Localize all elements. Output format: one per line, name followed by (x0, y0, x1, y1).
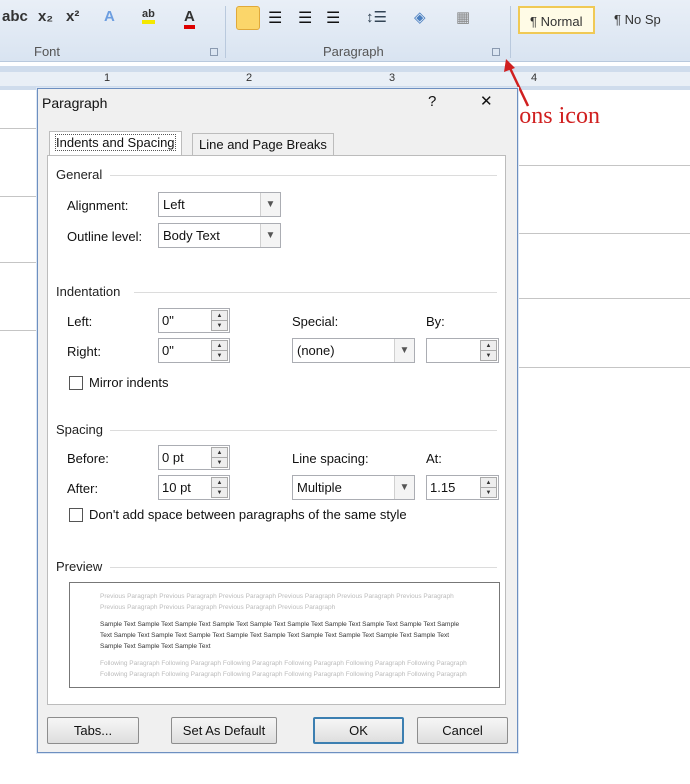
left-indent-label: Left: (67, 314, 93, 329)
set-as-default-button[interactable]: Set As Default (171, 717, 277, 744)
paragraph-dialog-launcher-icon[interactable] (492, 48, 500, 56)
strikethrough-button[interactable]: abc (2, 8, 28, 25)
mirror-indents-label: Mirror indents (89, 375, 169, 390)
font-dialog-launcher-icon[interactable] (210, 48, 218, 56)
document-line (518, 165, 690, 166)
document-line (518, 233, 690, 234)
right-indent-spinner[interactable]: 0" ▲ ▼ (158, 338, 230, 363)
line-spacing-label: Line spacing: (292, 451, 369, 466)
right-indent-label: Right: (67, 344, 101, 359)
superscript-button[interactable]: x² (66, 8, 79, 25)
ruler-number: 2 (246, 72, 253, 84)
tabs-button[interactable]: Tabs... (47, 717, 139, 744)
line-spacing-icon[interactable]: ↕☰ (366, 8, 387, 26)
dialog-title: Paragraph (42, 95, 108, 111)
special-select[interactable]: (none) ▼ (292, 338, 415, 363)
ribbon: abc x₂ x² A ab A Font ☰ ☰ ☰ ↕☰ ◈ ▦ Parag… (0, 0, 690, 62)
document-line (0, 196, 37, 197)
document-line (0, 128, 37, 129)
document-line (0, 262, 37, 263)
general-heading: General (56, 167, 103, 182)
chevron-down-icon: ▼ (260, 193, 280, 216)
document-line (518, 367, 690, 368)
align-right-icon[interactable]: ☰ (298, 8, 312, 28)
before-label: Before: (67, 451, 109, 466)
after-spinner[interactable]: 10 pt ▲ ▼ (158, 475, 230, 500)
align-center-icon[interactable]: ☰ (268, 8, 282, 28)
preview-sample-text: Sample Text Sample Text Sample Text Samp… (100, 621, 460, 650)
borders-icon[interactable]: ▦ (456, 8, 470, 26)
style-no-spacing[interactable]: ¶ No Sp (604, 6, 671, 34)
document-line (518, 298, 690, 299)
align-left-icon[interactable] (236, 6, 260, 30)
preview-box: Previous Paragraph Previous Paragraph Pr… (69, 582, 500, 688)
cancel-button[interactable]: Cancel (417, 717, 508, 744)
paragraph-group-label: Paragraph (323, 44, 384, 59)
by-label: By: (426, 314, 445, 329)
preview-following-paragraph: Following Paragraph Following Paragraph … (100, 660, 467, 678)
mirror-indents-checkbox[interactable] (69, 376, 83, 390)
justify-icon[interactable]: ☰ (326, 8, 340, 28)
left-indent-spinner[interactable]: 0" ▲ ▼ (158, 308, 230, 333)
chevron-down-icon: ▼ (394, 339, 414, 362)
document-line (0, 330, 37, 331)
preview-previous-paragraph: Previous Paragraph Previous Paragraph Pr… (100, 593, 454, 611)
subscript-button[interactable]: x₂ (38, 8, 53, 25)
indentation-heading: Indentation (56, 284, 121, 299)
tab-panel: General Alignment: Left ▼ Outline level: … (47, 155, 506, 705)
font-color-button[interactable]: A (184, 8, 195, 29)
dont-add-space-label: Don't add space between paragraphs of th… (89, 507, 407, 522)
alignment-select[interactable]: Left ▼ (158, 192, 281, 217)
at-spinner[interactable]: 1.15 ▲ ▼ (426, 475, 499, 500)
preview-heading: Preview (56, 559, 103, 574)
line-spacing-select[interactable]: Multiple ▼ (292, 475, 415, 500)
dont-add-space-checkbox[interactable] (69, 508, 83, 522)
outline-level-label: Outline level: (67, 229, 143, 244)
ruler-number: 3 (389, 72, 396, 84)
divider (225, 6, 226, 58)
at-label: At: (426, 451, 442, 466)
after-label: After: (67, 481, 99, 496)
chevron-down-icon: ▼ (260, 224, 280, 247)
tab-indents-and-spacing[interactable]: Indents and Spacing (49, 131, 182, 155)
ruler[interactable]: 1 2 3 4 (0, 66, 690, 90)
special-label: Special: (292, 314, 339, 329)
ok-button[interactable]: OK (313, 717, 404, 744)
highlight-button[interactable]: ab (142, 8, 155, 24)
chevron-down-icon: ▼ (394, 476, 414, 499)
font-group-label: Font (34, 44, 61, 59)
ruler-number: 1 (104, 72, 111, 84)
spacing-heading: Spacing (56, 422, 103, 437)
help-button[interactable]: ? (428, 93, 436, 110)
before-spinner[interactable]: 0 pt ▲ ▼ (158, 445, 230, 470)
tab-line-and-page-breaks[interactable]: Line and Page Breaks (192, 133, 334, 155)
shading-icon[interactable]: ◈ (414, 8, 426, 26)
divider (510, 6, 511, 58)
text-effects-button[interactable]: A (104, 8, 115, 25)
close-button[interactable]: ✕ (480, 92, 493, 110)
style-normal[interactable]: ¶ Normal (518, 6, 595, 34)
outline-level-select[interactable]: Body Text ▼ (158, 223, 281, 248)
paragraph-dialog: Paragraph ? ✕ Indents and Spacing Line a… (37, 88, 518, 753)
alignment-label: Alignment: (67, 198, 129, 213)
by-spinner[interactable]: ▲ ▼ (426, 338, 499, 363)
